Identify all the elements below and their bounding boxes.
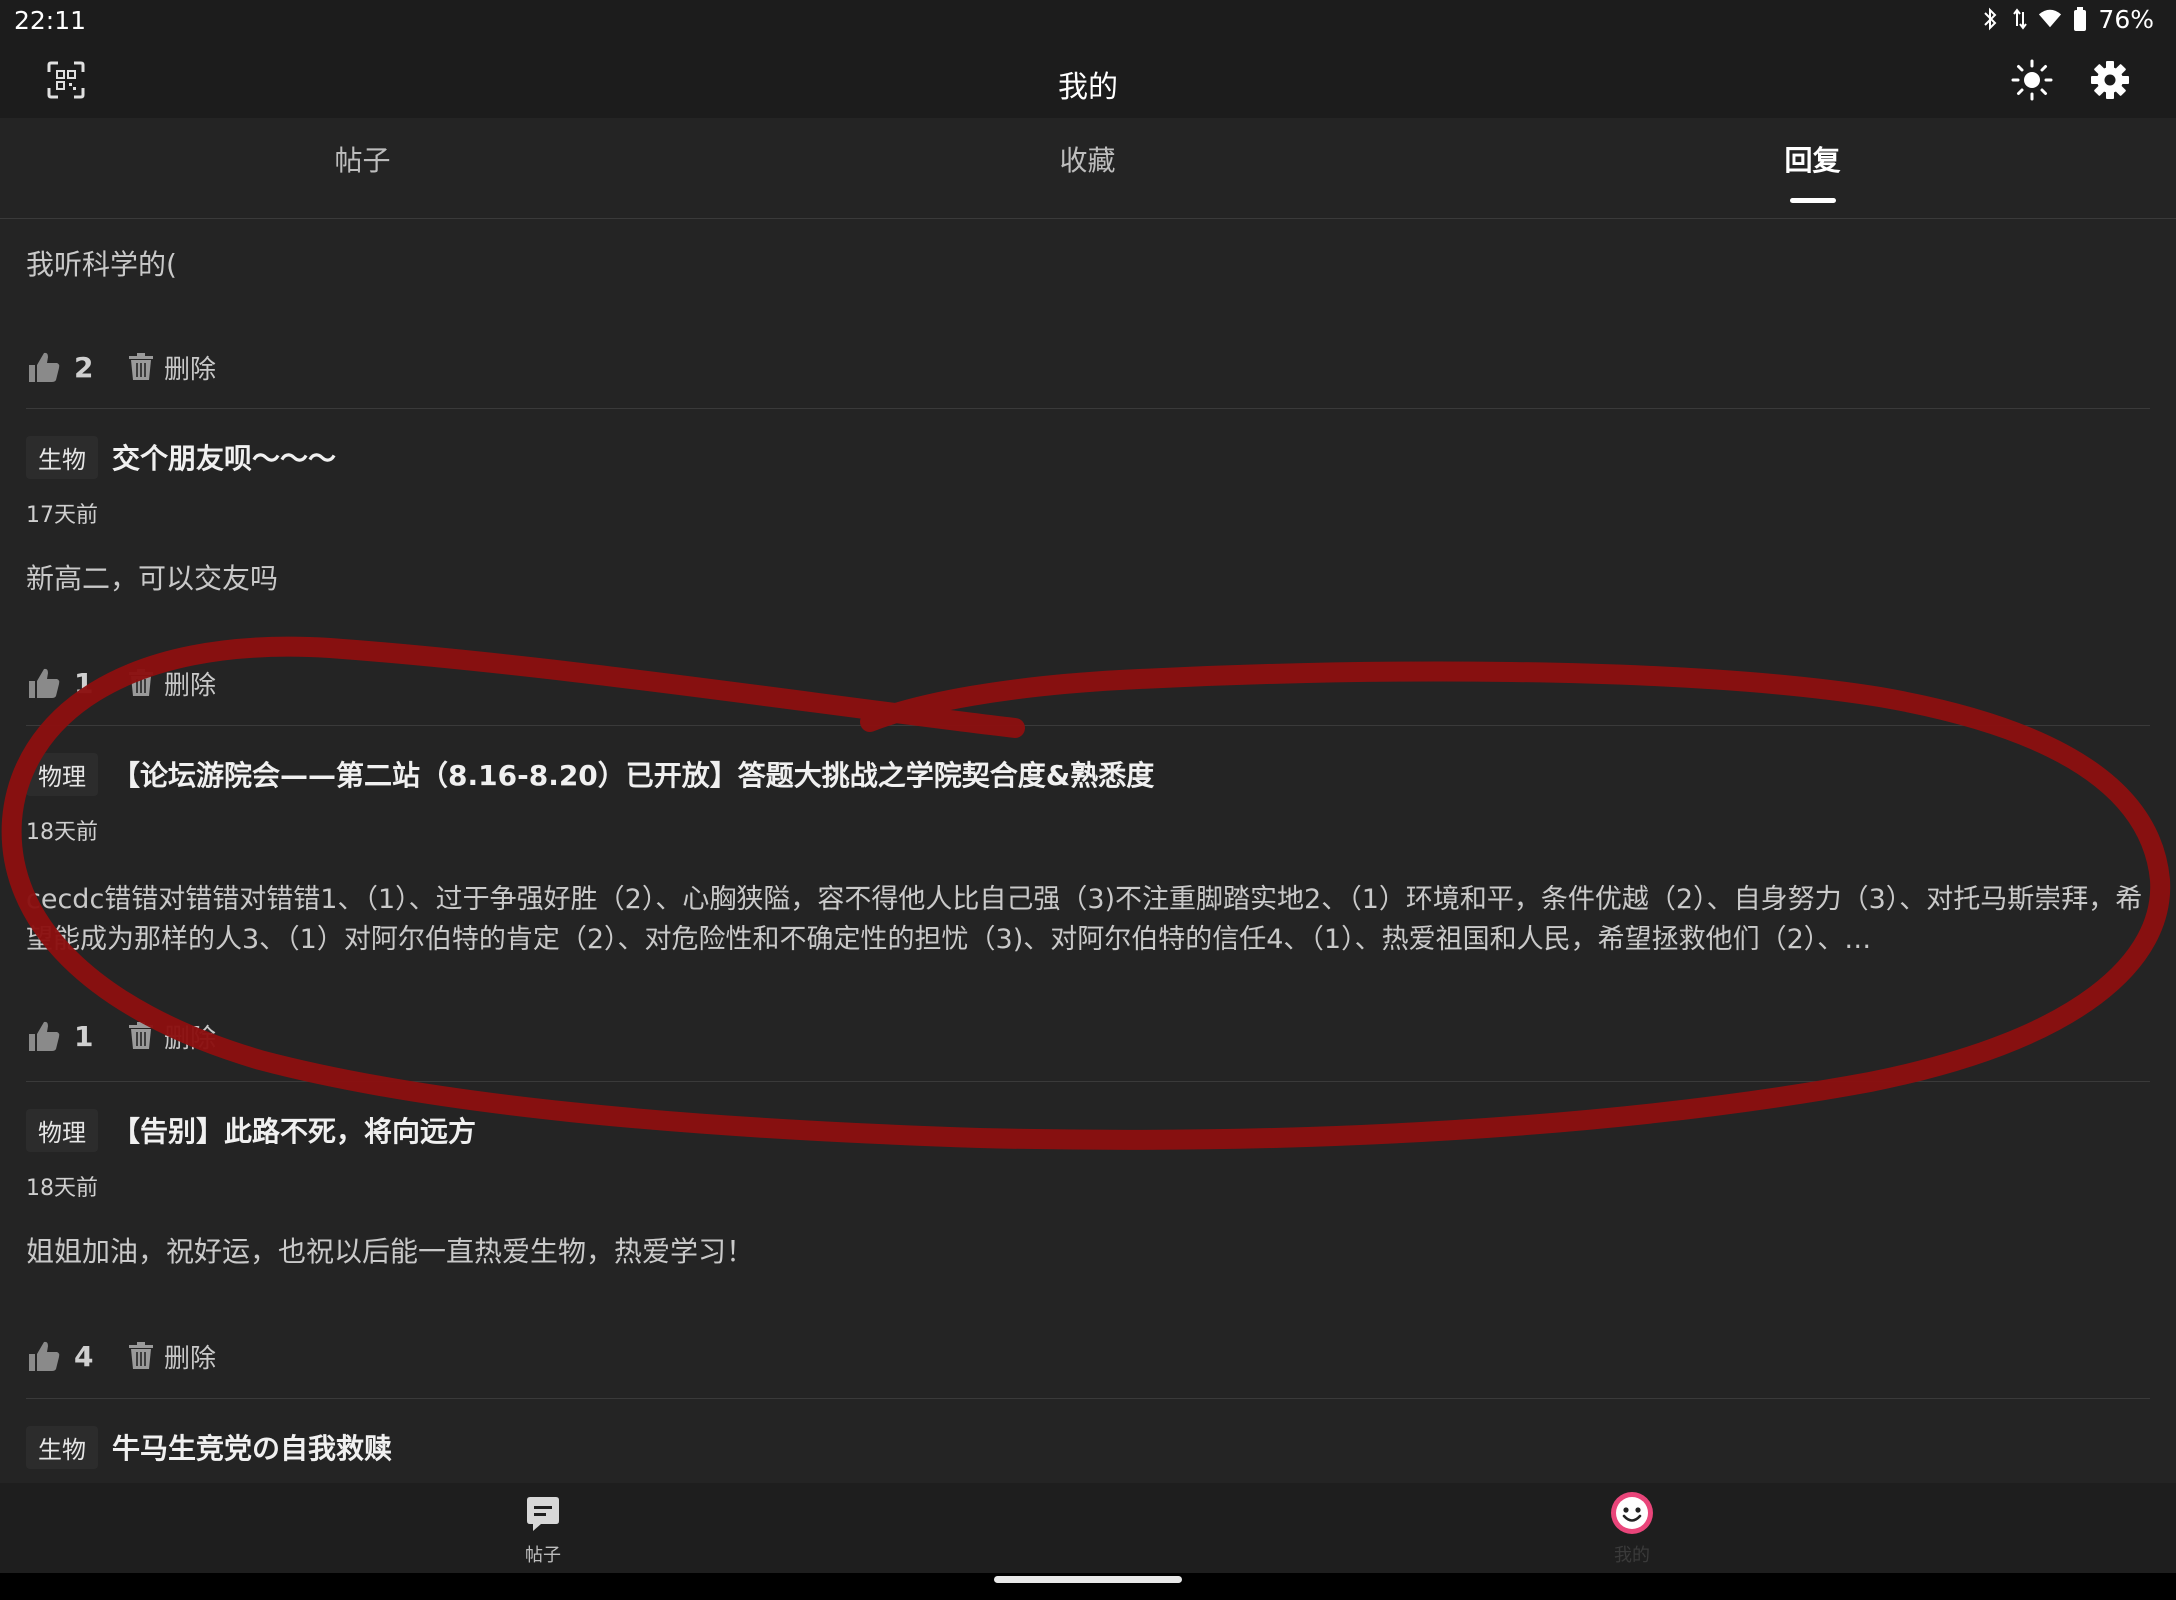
- reply-actions: 4 删除: [26, 1334, 216, 1378]
- post-time: 17天前: [26, 503, 98, 528]
- status-icons: 76%: [1978, 4, 2154, 34]
- status-bar: 22:11 76%: [0, 0, 2176, 42]
- reply-actions: 2 删除: [26, 345, 216, 389]
- delete-button[interactable]: 删除: [128, 1018, 216, 1055]
- nav-label: 我的: [1614, 1545, 1650, 1566]
- gear-icon: [2091, 61, 2129, 99]
- reply-text: 姐姐加油，祝好运，也祝以后能一直热爱生物，热爱学习！: [26, 1235, 755, 1268]
- thumbs-up-icon[interactable]: [26, 1018, 62, 1054]
- delete-label: 删除: [164, 670, 217, 701]
- delete-button[interactable]: 删除: [128, 665, 216, 702]
- post-title: 交个朋友呗～～～: [112, 442, 337, 475]
- post-title: 牛马生竞党の自我救赎: [112, 1432, 393, 1465]
- battery-icon: [2068, 4, 2092, 34]
- active-tab-indicator: [1790, 198, 1836, 203]
- delete-label: 删除: [164, 1023, 217, 1054]
- data-arrows-icon: [2008, 4, 2032, 34]
- wifi-icon: [2038, 4, 2062, 34]
- trash-icon: [129, 353, 153, 380]
- post-title: 【论坛游院会——第二站（8.16-8.20）已开放】答题大挑战之学院契合度&熟悉…: [112, 759, 1155, 792]
- reply-actions: 1 删除: [26, 661, 216, 705]
- thumbs-up-icon[interactable]: [26, 665, 62, 701]
- nav-item-posts[interactable]: 帖子: [463, 1483, 623, 1573]
- app-screen: 22:11 76% 我的 帖子 收藏 回复 我听科学的(2 删除 生物 交个朋…: [0, 0, 2176, 1600]
- subject-tag: 物理: [26, 1108, 98, 1152]
- divider: [26, 1398, 2150, 1399]
- divider: [26, 1081, 2150, 1082]
- bottom-nav: 帖子 我的: [0, 1483, 2176, 1573]
- trash-icon: [129, 669, 153, 696]
- divider: [26, 725, 2150, 726]
- thumbs-up-icon[interactable]: [26, 349, 62, 385]
- reply-text: cecdc错错对错错对错错1、（1）、过于争强好胜（2）、心胸狭隘，容不得他人比…: [26, 884, 2143, 955]
- app-bar: 我的: [0, 42, 2176, 118]
- theme-toggle-button[interactable]: [2010, 58, 2054, 102]
- subject-tag: 生物: [26, 435, 98, 479]
- tab-favorites[interactable]: 收藏: [725, 118, 1450, 218]
- post-title-row[interactable]: 生物 牛马生竞党の自我救赎: [26, 1425, 392, 1469]
- delete-button[interactable]: 删除: [128, 349, 216, 386]
- subject-tag: 物理: [26, 752, 98, 796]
- divider: [26, 408, 2150, 409]
- delete-label: 删除: [164, 354, 217, 385]
- reply-actions: 1 删除: [26, 1014, 216, 1058]
- post-title-row[interactable]: 生物 交个朋友呗～～～: [26, 435, 336, 479]
- gesture-handle[interactable]: [994, 1576, 1182, 1583]
- post-time: 18天前: [26, 820, 98, 845]
- like-count: 4: [74, 1339, 94, 1373]
- settings-button[interactable]: [2088, 58, 2132, 102]
- delete-button[interactable]: 删除: [128, 1338, 216, 1375]
- nav-item-mine[interactable]: 我的: [1552, 1483, 1712, 1573]
- trash-icon: [129, 1342, 153, 1369]
- battery-percent: 76%: [2098, 4, 2154, 34]
- tab-bar: 帖子 收藏 回复: [0, 118, 2176, 219]
- smiley-avatar-icon: [1611, 1492, 1653, 1534]
- trash-icon: [129, 1022, 153, 1049]
- thumbs-up-icon[interactable]: [26, 1338, 62, 1374]
- like-count: 1: [74, 1019, 94, 1053]
- delete-label: 删除: [164, 1343, 217, 1374]
- post-title-row[interactable]: 物理 【告别】此路不死，将向远方: [26, 1108, 476, 1152]
- status-time: 22:11: [14, 6, 87, 35]
- post-title-row[interactable]: 物理 【论坛游院会——第二站（8.16-8.20）已开放】答题大挑战之学院契合度…: [26, 752, 1154, 796]
- tab-replies[interactable]: 回复: [1450, 118, 2175, 218]
- post-title: 【告别】此路不死，将向远方: [112, 1115, 477, 1148]
- posts-icon: [527, 1497, 559, 1531]
- page-title: 我的: [1058, 70, 1118, 105]
- reply-list[interactable]: 我听科学的( 2 删除 生物 交个朋友呗～～～ 17天前 新高二，可以交友吗 1…: [0, 219, 2176, 1483]
- post-time: 18天前: [26, 1176, 98, 1201]
- tab-posts[interactable]: 帖子: [0, 118, 725, 218]
- like-count: 1: [74, 666, 94, 700]
- reply-text: 我听科学的(: [26, 248, 177, 281]
- brightness-icon: [2011, 59, 2053, 101]
- like-count: 2: [74, 350, 94, 384]
- subject-tag: 生物: [26, 1425, 98, 1469]
- nav-label: 帖子: [525, 1545, 561, 1566]
- bluetooth-icon: [1978, 4, 2002, 34]
- reply-text: 新高二，可以交友吗: [26, 562, 279, 595]
